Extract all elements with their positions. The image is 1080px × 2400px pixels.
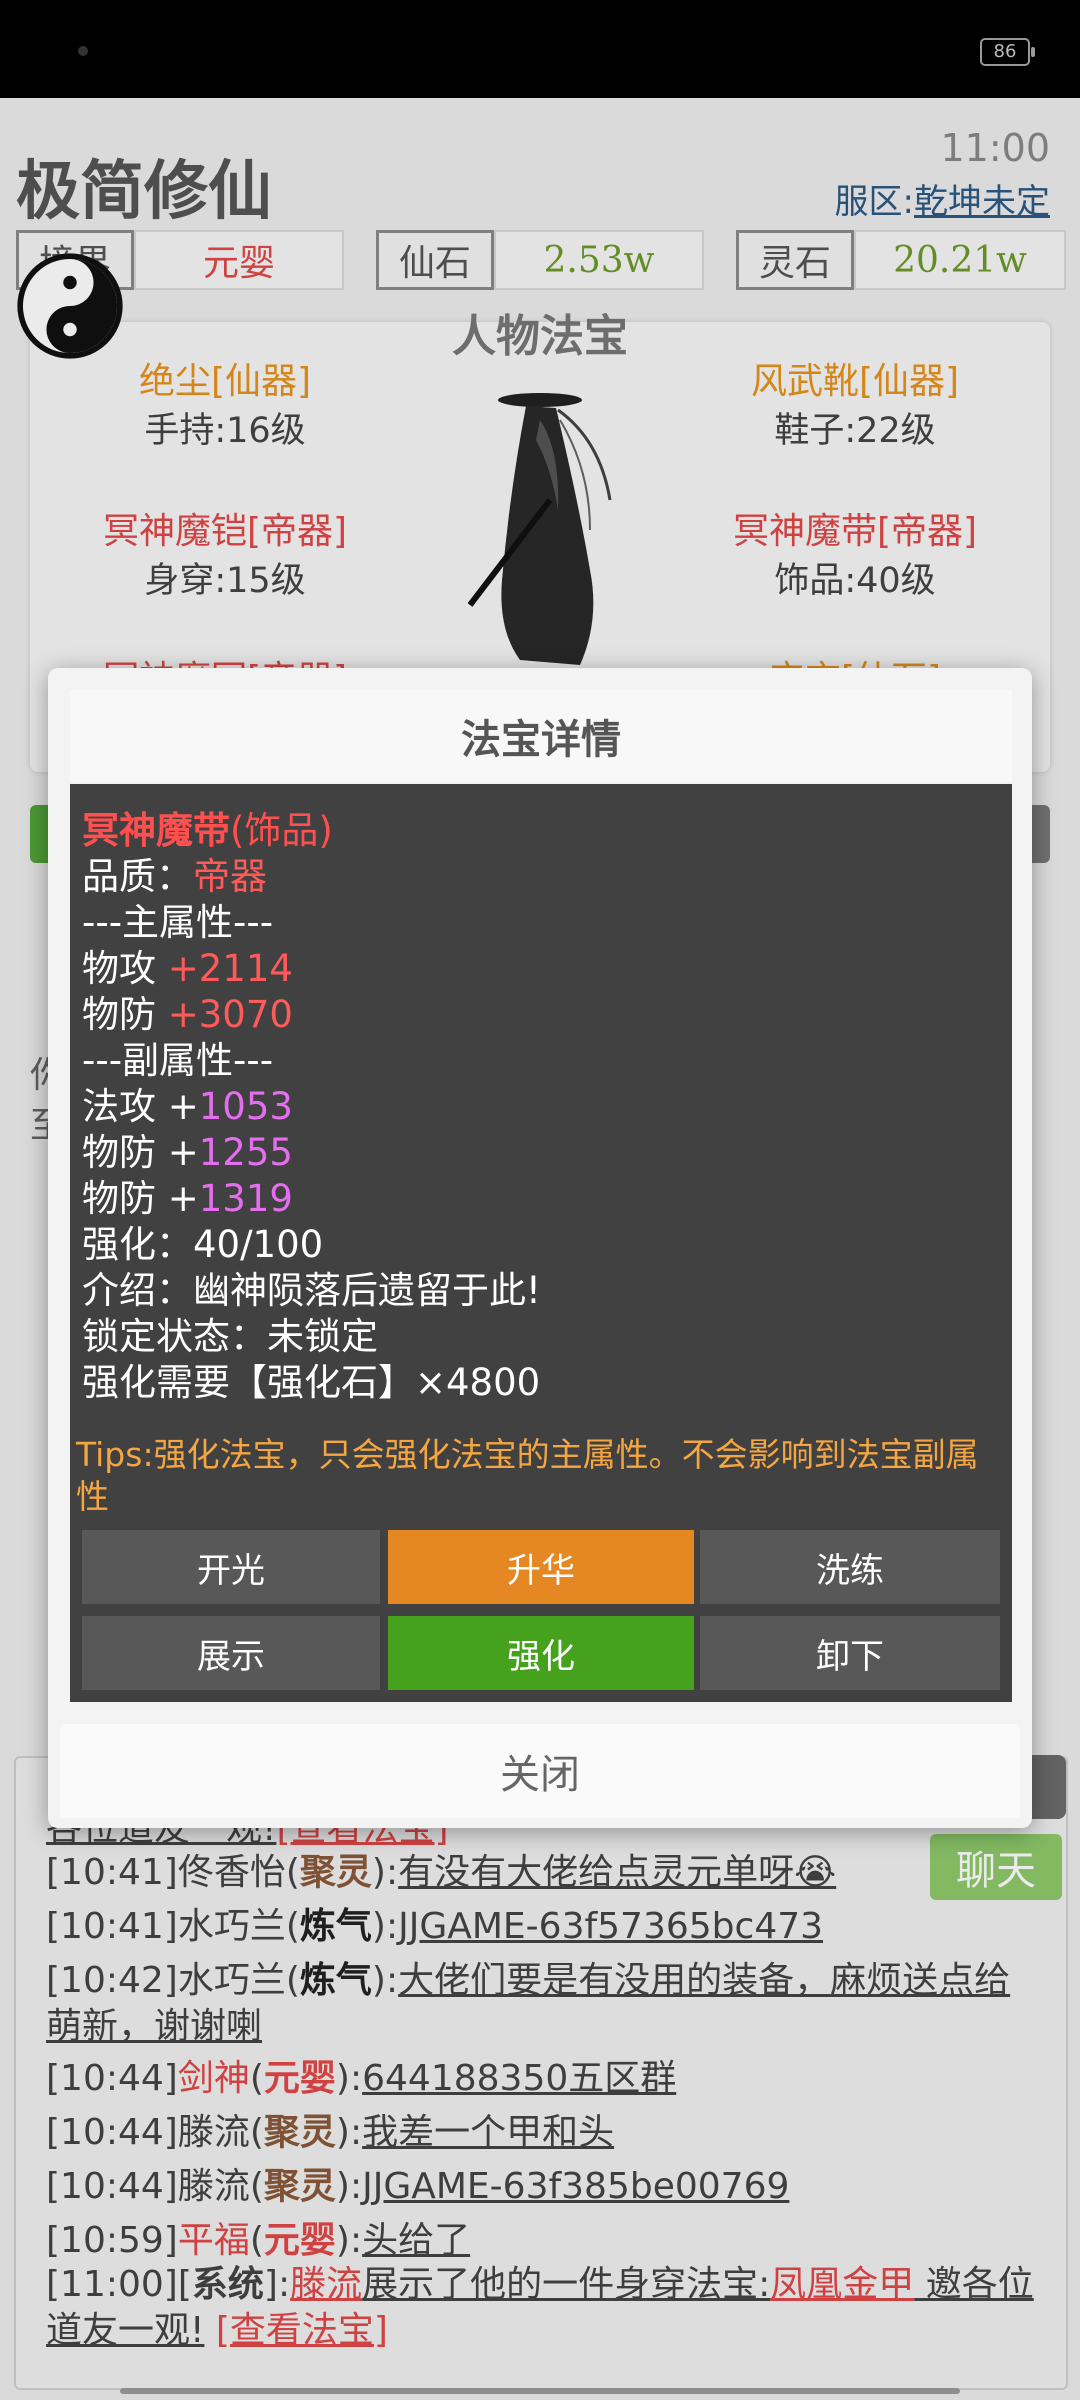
close-button[interactable]: 关闭 xyxy=(60,1724,1020,1818)
refine-button[interactable]: 洗练 xyxy=(700,1530,1000,1604)
sublimate-button[interactable]: 升华 xyxy=(388,1530,694,1604)
enhance-button[interactable]: 强化 xyxy=(388,1616,694,1690)
modal-title: 法宝详情 xyxy=(70,690,1012,782)
unequip-button[interactable]: 卸下 xyxy=(700,1616,1000,1690)
battery-icon: 86 xyxy=(980,38,1035,66)
consecrate-button[interactable]: 开光 xyxy=(82,1530,380,1604)
showcase-button[interactable]: 展示 xyxy=(82,1616,380,1690)
tips-text: Tips:强化法宝，只会强化法宝的主属性。不会影响到法宝副属性 xyxy=(76,1435,979,1516)
enhance-requirement: 强化需要【强化石】×4800 xyxy=(82,1361,541,1404)
status-bar xyxy=(0,0,1080,98)
camera-dot xyxy=(78,46,88,56)
